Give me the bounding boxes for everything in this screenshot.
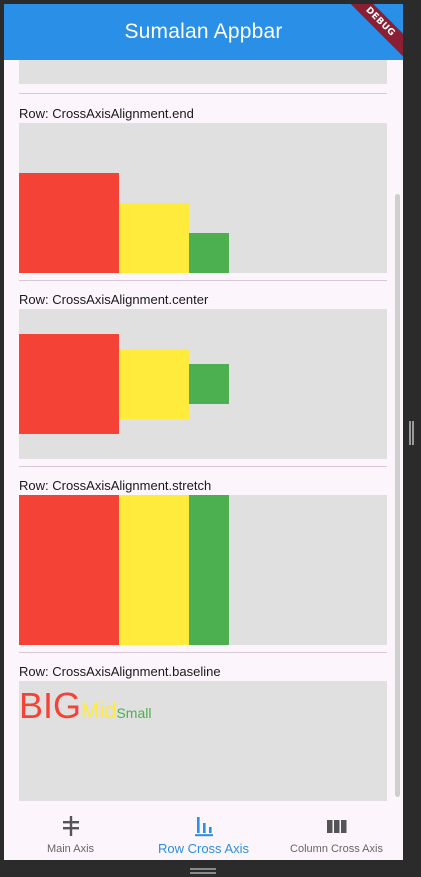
bottom-navigation-bar: Main Axis Row Cross Axis Column Cross Ax… bbox=[4, 805, 403, 860]
yellow-box bbox=[119, 349, 189, 419]
green-box bbox=[189, 364, 229, 404]
phone-screen: Sumalan Appbar DEBUG Row: CrossAxisAlign… bbox=[4, 4, 403, 860]
big-text: BIG bbox=[19, 685, 82, 726]
divider bbox=[19, 466, 387, 467]
window-resize-handle[interactable] bbox=[409, 421, 414, 445]
row-cross-axis-icon bbox=[194, 815, 214, 837]
section-title-center: Row: CrossAxisAlignment.center bbox=[19, 292, 209, 307]
nav-label: Row Cross Axis bbox=[157, 841, 250, 856]
main-axis-icon bbox=[61, 815, 81, 837]
section-title-end: Row: CrossAxisAlignment.end bbox=[19, 106, 194, 121]
previous-section-box bbox=[19, 60, 387, 84]
yellow-box bbox=[119, 495, 189, 645]
red-box bbox=[19, 173, 119, 273]
green-box bbox=[189, 233, 229, 273]
nav-item-column-cross-axis[interactable]: Column Cross Axis bbox=[270, 805, 403, 860]
nav-label: Main Axis bbox=[46, 843, 95, 855]
yellow-box bbox=[119, 203, 189, 273]
scroll-content[interactable]: Row: CrossAxisAlignment.end Row: CrossAx… bbox=[4, 60, 403, 805]
baseline-row: BIG Mid Small bbox=[19, 686, 151, 726]
mid-text: Mid bbox=[81, 698, 117, 723]
divider bbox=[19, 280, 387, 281]
home-indicator bbox=[190, 868, 216, 874]
row-end-box bbox=[19, 123, 387, 273]
section-title-stretch: Row: CrossAxisAlignment.stretch bbox=[19, 478, 212, 493]
scrollbar[interactable] bbox=[395, 194, 400, 797]
app-bar: Sumalan Appbar DEBUG bbox=[4, 4, 403, 60]
row-stretch-box bbox=[19, 495, 387, 645]
divider bbox=[19, 93, 387, 94]
green-box bbox=[189, 495, 229, 645]
nav-item-main-axis[interactable]: Main Axis bbox=[4, 805, 137, 860]
row-center-box bbox=[19, 309, 387, 459]
divider bbox=[19, 652, 387, 653]
app-bar-title: Sumalan Appbar bbox=[124, 20, 283, 43]
red-box bbox=[19, 334, 119, 434]
small-text: Small bbox=[116, 705, 152, 721]
nav-label: Column Cross Axis bbox=[290, 843, 383, 855]
debug-banner: DEBUG bbox=[342, 4, 403, 60]
column-cross-axis-icon bbox=[326, 815, 348, 837]
red-box bbox=[19, 495, 119, 645]
nav-item-row-cross-axis[interactable]: Row Cross Axis bbox=[137, 805, 270, 860]
section-title-baseline: Row: CrossAxisAlignment.baseline bbox=[19, 664, 221, 679]
